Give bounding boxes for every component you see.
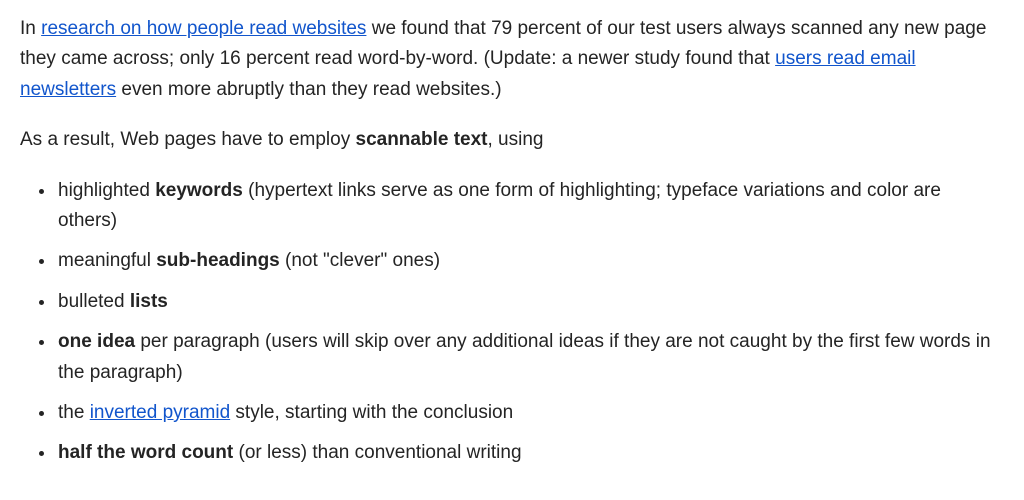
intro-paragraph-1: In research on how people read websites … xyxy=(20,14,1004,105)
text: the xyxy=(58,402,90,423)
intro-paragraph-2: As a result, Web pages have to employ sc… xyxy=(20,125,1004,155)
list-item: bulleted lists xyxy=(56,287,1004,317)
text: bulleted xyxy=(58,291,130,312)
bold-one-idea: one idea xyxy=(58,331,135,352)
bold-scannable-text: scannable text xyxy=(356,129,488,150)
text: highlighted xyxy=(58,180,155,201)
list-item: half the word count (or less) than conve… xyxy=(56,438,1004,468)
text: style, starting with the conclusion xyxy=(230,402,513,423)
bold-sub-headings: sub-headings xyxy=(156,250,280,271)
list-item: meaningful sub-headings (not "clever" on… xyxy=(56,246,1004,276)
link-research-reading[interactable]: research on how people read websites xyxy=(41,18,366,39)
bold-half-word-count: half the word count xyxy=(58,442,233,463)
bold-keywords: keywords xyxy=(155,180,243,201)
text: , using xyxy=(488,129,544,150)
list-item: the inverted pyramid style, starting wit… xyxy=(56,398,1004,428)
list-item: highlighted keywords (hypertext links se… xyxy=(56,176,1004,237)
text: per paragraph (users will skip over any … xyxy=(58,331,991,382)
text: (or less) than conventional writing xyxy=(233,442,521,463)
text: (not "clever" ones) xyxy=(280,250,440,271)
list-item: one idea per paragraph (users will skip … xyxy=(56,327,1004,388)
text: meaningful xyxy=(58,250,156,271)
link-inverted-pyramid[interactable]: inverted pyramid xyxy=(90,402,230,423)
bold-lists: lists xyxy=(130,291,168,312)
guidelines-list: highlighted keywords (hypertext links se… xyxy=(20,176,1004,469)
text: As a result, Web pages have to employ xyxy=(20,129,356,150)
text: even more abruptly than they read websit… xyxy=(116,79,501,100)
text: In xyxy=(20,18,41,39)
